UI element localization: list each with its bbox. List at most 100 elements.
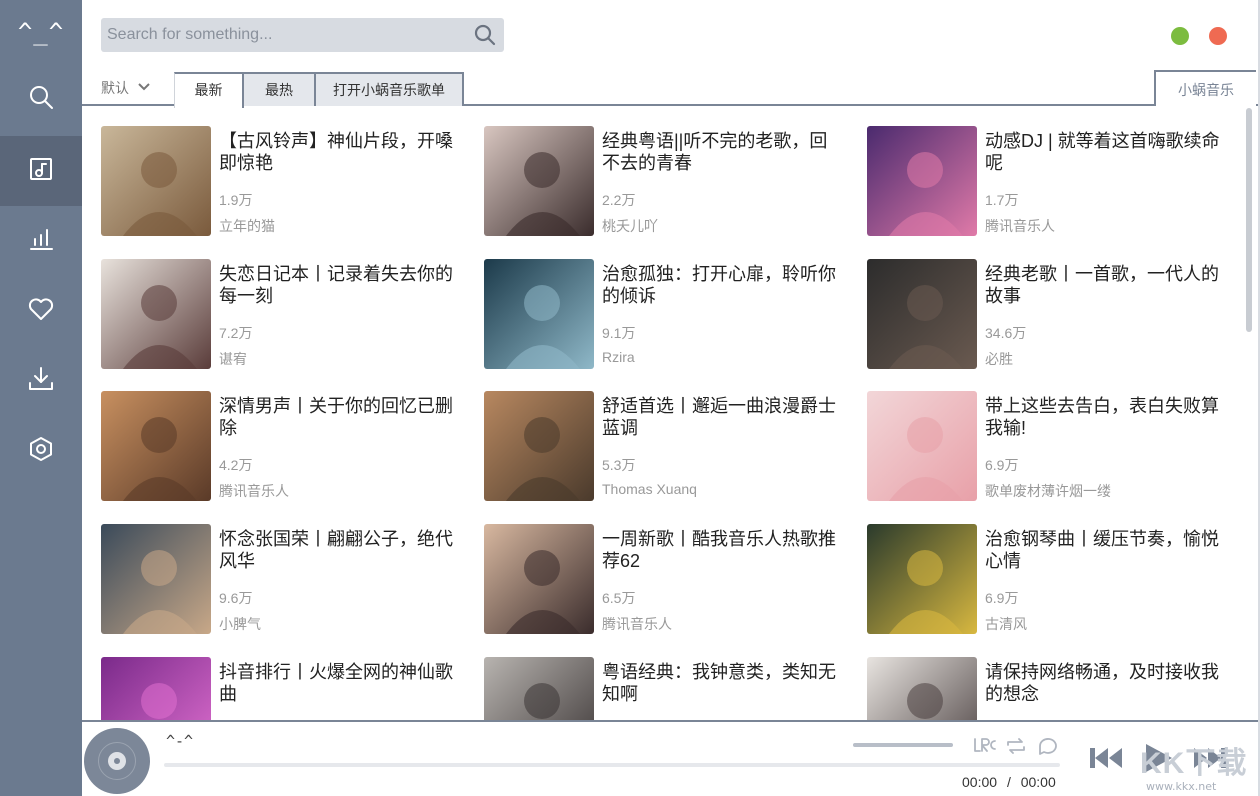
tab-open-playlist[interactable]: 打开小蜗音乐歌单 (316, 72, 464, 106)
playlist-cover[interactable] (484, 259, 594, 369)
playlist-author[interactable]: 腾讯音乐人 (985, 216, 1055, 236)
playlist-card[interactable]: 一周新歌丨酷我音乐人热歌推荐626.5万腾讯音乐人 (484, 524, 854, 636)
progress-bar[interactable] (164, 763, 1060, 767)
heart-icon (27, 295, 55, 328)
playlist-title[interactable]: 治愈钢琴曲丨缓压节奏，愉悦心情 (985, 528, 1225, 572)
playlist-title[interactable]: 经典粤语||听不完的老歌，回不去的青春 (602, 130, 842, 174)
play-count: 2.2万 (602, 190, 635, 210)
playlist-cover[interactable] (101, 259, 211, 369)
play-count: 34.6万 (985, 323, 1026, 343)
hexagon-settings-icon (27, 435, 55, 468)
playlist-author[interactable]: Thomas Xuanq (602, 481, 697, 497)
playlist-card[interactable]: 怀念张国荣丨翩翩公子，绝代风华 9.6万小脾气 (101, 524, 471, 636)
chevron-down-icon (137, 80, 151, 97)
sort-dropdown[interactable]: 默认 (101, 78, 151, 98)
playlist-cover[interactable] (867, 524, 977, 634)
sidebar-item-playlist[interactable] (0, 136, 82, 206)
playlist-title[interactable]: 怀念张国荣丨翩翩公子，绝代风华 (219, 528, 459, 572)
playlist-title[interactable]: 【古风铃声】神仙片段，开嗓即惊艳 (219, 130, 459, 174)
playlist-title[interactable]: 一周新歌丨酷我音乐人热歌推荐62 (602, 528, 842, 572)
playlist-title[interactable]: 舒适首选丨邂逅一曲浪漫爵士蓝调 (602, 395, 842, 439)
playlist-author[interactable]: 歌单废材薄许烟一缕 (985, 481, 1111, 501)
playlist-card[interactable]: 带上这些去告白，表白失败算我输! 6.9万歌单废材薄许烟一缕 (867, 391, 1237, 503)
volume-slider[interactable] (853, 743, 953, 747)
playlist-author[interactable]: 小脾气 (219, 614, 261, 634)
sidebar-item-search[interactable] (0, 64, 82, 134)
lyrics-icon[interactable] (972, 734, 996, 758)
playlist-card[interactable]: 抖音排行丨火爆全网的神仙歌曲 (101, 657, 471, 720)
playlist-title[interactable]: 经典老歌丨一首歌，一代人的故事 (985, 263, 1225, 307)
sidebar-item-charts[interactable] (0, 206, 82, 276)
search-input[interactable] (107, 18, 467, 52)
previous-track-icon[interactable] (1088, 744, 1124, 777)
sidebar: ^_^ (0, 0, 82, 796)
playlist-cover[interactable] (101, 524, 211, 634)
playlist-title[interactable]: 粤语经典：我钟意类，类知无知啊 (602, 661, 842, 705)
playlist-author[interactable]: Rzira (602, 349, 635, 365)
tab-hottest[interactable]: 最热 (244, 72, 316, 106)
playlist-card[interactable]: 粤语经典：我钟意类，类知无知啊 (484, 657, 854, 720)
sidebar-item-favorites[interactable] (0, 276, 82, 346)
tab-source[interactable]: 小蜗音乐 (1154, 70, 1256, 106)
player-bar: ^-^ 00:00 / 00:00 (82, 720, 1258, 796)
playlist-cover[interactable] (101, 126, 211, 236)
playlist-author[interactable]: 腾讯音乐人 (602, 614, 672, 634)
playlist-cover[interactable] (101, 657, 211, 720)
search-icon[interactable] (474, 24, 496, 46)
playlist-cover[interactable] (867, 259, 977, 369)
playlist-cover[interactable] (101, 391, 211, 501)
playlist-title[interactable]: 抖音排行丨火爆全网的神仙歌曲 (219, 661, 459, 705)
album-disc-icon[interactable] (84, 728, 150, 794)
playlist-author[interactable]: 古清风 (985, 614, 1027, 634)
playlist-title[interactable]: 治愈孤独：打开心扉，聆听你的倾诉 (602, 263, 842, 307)
song-title: ^-^ (166, 732, 193, 750)
playlist-author[interactable]: 立年的猫 (219, 216, 275, 236)
download-icon (27, 365, 55, 398)
playlist-card[interactable]: 经典老歌丨一首歌，一代人的故事 34.6万必胜 (867, 259, 1237, 371)
playlist-author[interactable]: 谌宥 (219, 349, 247, 369)
close-button[interactable] (1209, 27, 1227, 45)
playlist-title[interactable]: 带上这些去告白，表白失败算我输! (985, 395, 1225, 439)
playlist-card[interactable]: 【古风铃声】神仙片段，开嗓即惊艳 1.9万立年的猫 (101, 126, 471, 238)
playlist-card[interactable]: 治愈孤独：打开心扉，聆听你的倾诉9.1万Rzira (484, 259, 854, 371)
playlist-card[interactable]: 舒适首选丨邂逅一曲浪漫爵士蓝调5.3万Thomas Xuanq (484, 391, 854, 503)
tab-bar: 默认 最新 最热 打开小蜗音乐歌单 小蜗音乐 (82, 70, 1258, 106)
scrollbar[interactable] (1246, 108, 1252, 720)
playlist-cover[interactable] (867, 126, 977, 236)
playlist-author[interactable]: 必胜 (985, 349, 1013, 369)
playlist-card[interactable]: 深情男声丨关于你的回忆已删除 4.2万腾讯音乐人 (101, 391, 471, 503)
playlist-card[interactable]: 经典粤语||听不完的老歌，回不去的青春 2.2万桃夭儿吖 (484, 126, 854, 238)
playlist-cover[interactable] (867, 657, 977, 720)
scrollbar-thumb[interactable] (1246, 108, 1252, 332)
play-count: 4.2万 (219, 455, 252, 475)
playlist-cover[interactable] (484, 126, 594, 236)
app-window: ^_^ (0, 0, 1260, 796)
watermark-text: www.kkx.net (1146, 780, 1216, 793)
comment-icon[interactable] (1036, 734, 1060, 758)
tab-latest[interactable]: 最新 (174, 72, 244, 108)
sidebar-item-settings[interactable] (0, 416, 82, 486)
playlist-card[interactable]: 失恋日记本丨记录着失去你的每一刻7.2万谌宥 (101, 259, 471, 371)
app-logo: ^_^ (0, 18, 82, 46)
playlist-cover[interactable] (484, 524, 594, 634)
sidebar-item-downloads[interactable] (0, 346, 82, 416)
playlist-title[interactable]: 失恋日记本丨记录着失去你的每一刻 (219, 263, 459, 307)
play-count: 6.9万 (985, 455, 1018, 475)
time-current: 00:00 (962, 774, 997, 790)
playlist-cover[interactable] (484, 657, 594, 720)
play-count: 9.6万 (219, 588, 252, 608)
playlist-title[interactable]: 深情男声丨关于你的回忆已删除 (219, 395, 459, 439)
playlist-title[interactable]: 请保持网络畅通，及时接收我的想念 (985, 661, 1225, 705)
playlist-card[interactable]: 治愈钢琴曲丨缓压节奏，愉悦心情6.9万古清风 (867, 524, 1237, 636)
playlist-cover[interactable] (484, 391, 594, 501)
playlist-card[interactable]: 动感DJ | 就等着这首嗨歌续命呢1.7万腾讯音乐人 (867, 126, 1237, 238)
play-count: 1.9万 (219, 190, 252, 210)
playlist-author[interactable]: 桃夭儿吖 (602, 216, 658, 236)
playlist-card[interactable]: 请保持网络畅通，及时接收我的想念 (867, 657, 1237, 720)
minimize-button[interactable] (1171, 27, 1189, 45)
playlist-author[interactable]: 腾讯音乐人 (219, 481, 289, 501)
watermark-logo: KK下载 (1140, 738, 1247, 782)
playlist-title[interactable]: 动感DJ | 就等着这首嗨歌续命呢 (985, 130, 1225, 174)
playlist-cover[interactable] (867, 391, 977, 501)
repeat-icon[interactable] (1004, 734, 1028, 758)
